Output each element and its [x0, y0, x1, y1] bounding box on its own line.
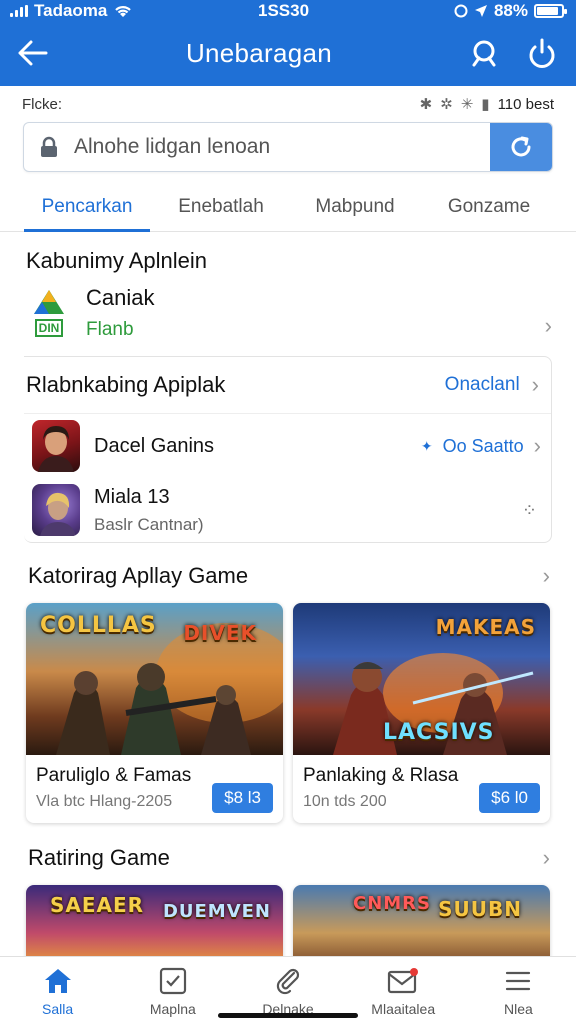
- location-icon: [474, 5, 487, 17]
- featured-section-title: Kabunimy Aplnlein: [26, 248, 208, 273]
- game-art-title: COLLLAS: [40, 613, 157, 638]
- more-label: Onaclanl: [444, 374, 520, 395]
- bottom-nav: Salla Maplna Delnake Mlaaitalea Nlea: [0, 956, 576, 1024]
- tab-pencarkan[interactable]: Pencarkan: [20, 184, 154, 232]
- filter-count: 110 best: [497, 95, 554, 113]
- ranking-more-link[interactable]: Onaclanl ›: [445, 372, 539, 398]
- rating-section-title: Ratiring Game: [28, 845, 170, 870]
- app-badge: DIN: [34, 319, 64, 337]
- tab-mabpund[interactable]: Mabpund: [288, 184, 422, 231]
- filter-label: Flcke:: [22, 95, 63, 113]
- nav-salla[interactable]: Salla: [0, 957, 115, 1024]
- ranking-title: Rlabnkabing Apiplak: [26, 372, 226, 397]
- game-thumbnail: [32, 484, 80, 536]
- check-icon: [159, 967, 186, 995]
- wifi-icon: [115, 6, 132, 17]
- item-name: Dacel Ganins: [94, 434, 215, 457]
- status-bar: Tadaoma 1SS30 88%: [0, 0, 576, 22]
- featured-app-row[interactable]: DIN Caniak Flanb ›: [0, 284, 576, 342]
- sparkle-icon: ✦: [420, 437, 433, 454]
- bluetooth-icon: ✱: [419, 96, 433, 113]
- nav-nlea[interactable]: Nlea: [461, 957, 576, 1024]
- price-button[interactable]: $8 l3: [212, 783, 273, 813]
- menu-icon: [506, 971, 531, 991]
- app-subtitle: Flanb: [86, 319, 134, 340]
- item-subtitle: Baslr Cantnar): [94, 514, 204, 534]
- chevron-right-icon[interactable]: ›: [543, 563, 550, 589]
- nav-label: Salla: [42, 1001, 74, 1017]
- list-item[interactable]: Dacel Ganins ✦ Oo Saatto ›: [24, 413, 551, 478]
- tab-gonzame[interactable]: Gonzame: [422, 184, 556, 231]
- game-card[interactable]: SAEAER DUEMVEN: [26, 885, 283, 965]
- refresh-button[interactable]: [490, 123, 552, 171]
- ranking-card: Rlabnkabing Apiplak Onaclanl › Dacel Gan…: [24, 356, 552, 543]
- game-art: MAKEAS LACSIVS: [293, 603, 550, 755]
- chevron-right-icon: ›: [533, 433, 541, 458]
- rating-grid: SAEAER DUEMVEN CNMRS SUUBN: [0, 885, 576, 965]
- home-icon: [44, 969, 71, 993]
- app-logo: DIN: [30, 284, 68, 342]
- clock: 1SS30: [258, 1, 310, 20]
- back-arrow-icon[interactable]: [18, 40, 48, 66]
- battery-percent: 88%: [493, 1, 528, 20]
- settings-small-icon: ✲: [440, 96, 453, 113]
- refresh-icon: [511, 136, 531, 157]
- more-options-icon[interactable]: ⁘: [522, 500, 541, 521]
- game-art: SAEAER DUEMVEN: [26, 885, 283, 965]
- mail-icon: [388, 968, 419, 994]
- search-bar: [23, 122, 553, 172]
- home-indicator: [218, 1013, 358, 1018]
- app-name: Caniak: [86, 285, 155, 310]
- game-art-title: SAEAER: [50, 893, 145, 917]
- game-card[interactable]: MAKEAS LACSIVS Panlaking & Rlasa 10n tds…: [293, 603, 550, 823]
- price-button[interactable]: $6 l0: [479, 783, 540, 813]
- nav-maplna[interactable]: Maplna: [115, 957, 230, 1024]
- flag-icon: ▮: [481, 96, 490, 113]
- nav-label: Nlea: [504, 1001, 533, 1017]
- item-name: Miala 13: [94, 485, 170, 508]
- battery-icon: [534, 4, 567, 18]
- search-icon[interactable]: [470, 39, 498, 67]
- filter-row: Flcke: ✱ ✲ ✳ ▮ 110 best: [0, 86, 576, 122]
- tab-bar: Pencarkan Enebatlah Mabpund Gonzame: [0, 184, 576, 232]
- category-section-title: Katorirag Apllay Game: [28, 563, 249, 588]
- chevron-right-icon: ›: [544, 313, 552, 338]
- game-art: CNMRS SUUBN: [293, 885, 550, 965]
- carrier-label: Tadaoma: [34, 1, 108, 20]
- app-header: Tadaoma 1SS30 88% Unebaragan: [0, 0, 576, 86]
- nav-label: Mlaaitalea: [371, 1001, 436, 1017]
- star-small-icon: ✳: [460, 96, 474, 113]
- alarm-icon: [454, 4, 468, 18]
- search-input[interactable]: [74, 135, 490, 159]
- nav-label: Maplna: [149, 1001, 196, 1017]
- game-art-title: CNMRS: [353, 893, 432, 914]
- game-art-subtitle: MAKEAS: [435, 615, 536, 639]
- chevron-right-icon: ›: [531, 372, 539, 397]
- triangle-logo-icon: [34, 290, 64, 314]
- tab-enebatlah[interactable]: Enebatlah: [154, 184, 288, 231]
- game-art-subtitle: DUEMVEN: [162, 901, 271, 922]
- game-grid: COLLLAS DIVEK Paruliglo & Famas Vla btc …: [0, 603, 576, 823]
- lock-icon: [24, 136, 74, 158]
- game-card[interactable]: COLLLAS DIVEK Paruliglo & Famas Vla btc …: [26, 603, 283, 823]
- nav-mlaaitalea[interactable]: Mlaaitalea: [346, 957, 461, 1024]
- game-art: COLLLAS DIVEK: [26, 603, 283, 755]
- clip-icon: [276, 968, 300, 995]
- item-action[interactable]: Oo Saatto: [443, 436, 524, 457]
- page-title: Unebaragan: [185, 37, 333, 68]
- share-icon[interactable]: [528, 38, 556, 68]
- chevron-right-icon[interactable]: ›: [543, 845, 550, 871]
- game-art-subtitle: SUUBN: [438, 897, 522, 921]
- game-card[interactable]: CNMRS SUUBN: [293, 885, 550, 965]
- game-art-subtitle: DIVEK: [183, 621, 257, 645]
- game-art-title: LACSIVS: [383, 720, 495, 745]
- signal-icon: [10, 5, 28, 17]
- game-thumbnail: [32, 420, 80, 472]
- list-item[interactable]: Miala 13 Baslr Cantnar) ⁘: [24, 478, 551, 542]
